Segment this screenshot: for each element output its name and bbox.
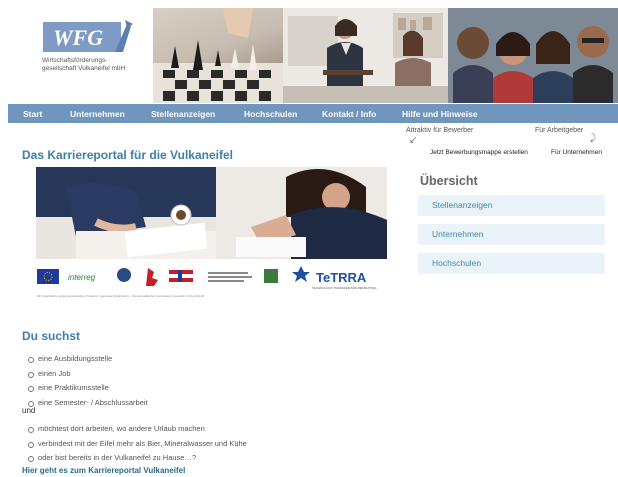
motivation-list: möchtest dort arbeiten, wo andere Urlaub… bbox=[28, 422, 247, 466]
und-text: und bbox=[22, 406, 36, 415]
section-title-du-suchst: Du suchst bbox=[22, 329, 81, 343]
sidebar-tagline-bewerber: Attraktiv für Bewerber bbox=[406, 127, 474, 134]
list-item: eine Semester- / Abschlussarbeit bbox=[28, 396, 148, 411]
fuer-unternehmen-link[interactable]: Für Unternehmen bbox=[551, 149, 602, 156]
list-item: eine Ausbildungsstelle bbox=[28, 352, 148, 367]
karriereportal-link[interactable]: Hier geht es zum Karriereportal Vulkanei… bbox=[22, 466, 185, 475]
page-title: Das Karriereportal für die Vulkaneifel bbox=[22, 148, 233, 162]
sidebar-tagline-arbeitgeber: Für Arbeitgeber bbox=[535, 127, 584, 134]
sidebar-title: Übersicht bbox=[420, 174, 478, 188]
logo[interactable]: WFG Wirtschaftsförderungs- gesellschaft … bbox=[8, 8, 153, 103]
hero-photo bbox=[36, 167, 387, 259]
logo-mark-icon: WFG bbox=[43, 20, 133, 52]
curved-arrow-right-icon: ⤸ bbox=[590, 133, 596, 144]
list-item: einen Job bbox=[28, 367, 148, 382]
chess-photo bbox=[153, 8, 283, 103]
tetrra-sub-text: TECHNOLOGY TRANSFER AND RECRUITING bbox=[312, 286, 377, 290]
nav-kontakt[interactable]: Kontakt / Info bbox=[322, 109, 376, 119]
svg-text:interreg: interreg bbox=[68, 273, 96, 282]
main-nav: Start Unternehmen Stellenanzeigen Hochsc… bbox=[8, 104, 618, 123]
sidebar-item-stellenanzeigen[interactable]: Stellenanzeigen bbox=[418, 195, 605, 216]
search-list: eine Ausbildungsstelle einen Job eine Pr… bbox=[28, 352, 148, 410]
logo-line2: gesellschaft Vulkaneifel mbH bbox=[42, 64, 126, 72]
header-photo-strip bbox=[153, 8, 618, 103]
logo-text: Wirtschaftsförderungs- gesellschaft Vulk… bbox=[42, 57, 125, 72]
sponsor-logo-strip: interreg TeTRRA TECHNOLOGY TRANSFER AND … bbox=[37, 266, 377, 298]
sponsor-logos: interreg TeTRRA TECHNOLOGY TRANSFER AND … bbox=[36, 260, 387, 300]
logo-mark-text: WFG bbox=[53, 25, 103, 50]
hero-banner: interreg TeTRRA TECHNOLOGY TRANSFER AND … bbox=[36, 167, 387, 300]
sidebar-item-hochschulen[interactable]: Hochschulen bbox=[418, 253, 605, 274]
group-image bbox=[448, 8, 618, 103]
group-photo bbox=[448, 8, 618, 103]
list-item: oder bist bereits in der Vulkaneifel zu … bbox=[28, 451, 247, 466]
curved-arrow-left-icon: ↙ bbox=[409, 135, 418, 146]
list-item: eine Praktikumsstelle bbox=[28, 381, 148, 396]
nav-start[interactable]: Start bbox=[23, 109, 42, 119]
hero-image bbox=[36, 167, 387, 259]
page: WFG Wirtschaftsförderungs- gesellschaft … bbox=[8, 8, 618, 477]
bewerbungsmappe-link[interactable]: Jetzt Bewerbungsmappe erstellen bbox=[430, 149, 528, 156]
list-item: möchtest dort arbeiten, wo andere Urlaub… bbox=[28, 422, 247, 437]
tetrra-logo-text: TeTRRA bbox=[316, 270, 367, 285]
nav-stellenanzeigen[interactable]: Stellenanzeigen bbox=[151, 109, 215, 119]
chess-image bbox=[153, 8, 283, 103]
list-item: verbindest mit der Eifel mehr als Bier, … bbox=[28, 437, 247, 452]
nav-hilfe[interactable]: Hilfe und Hinweise bbox=[402, 109, 478, 119]
nav-hochschulen[interactable]: Hochschulen bbox=[244, 109, 297, 119]
hero-caption: Mit Unterstützung des Europäischen Fonds… bbox=[37, 294, 204, 298]
sidebar-item-unternehmen[interactable]: Unternehmen bbox=[418, 224, 605, 245]
office-photo bbox=[283, 8, 448, 103]
logo-line1: Wirtschaftsförderungs- bbox=[42, 57, 108, 64]
office-image bbox=[283, 8, 448, 103]
nav-unternehmen[interactable]: Unternehmen bbox=[70, 109, 125, 119]
